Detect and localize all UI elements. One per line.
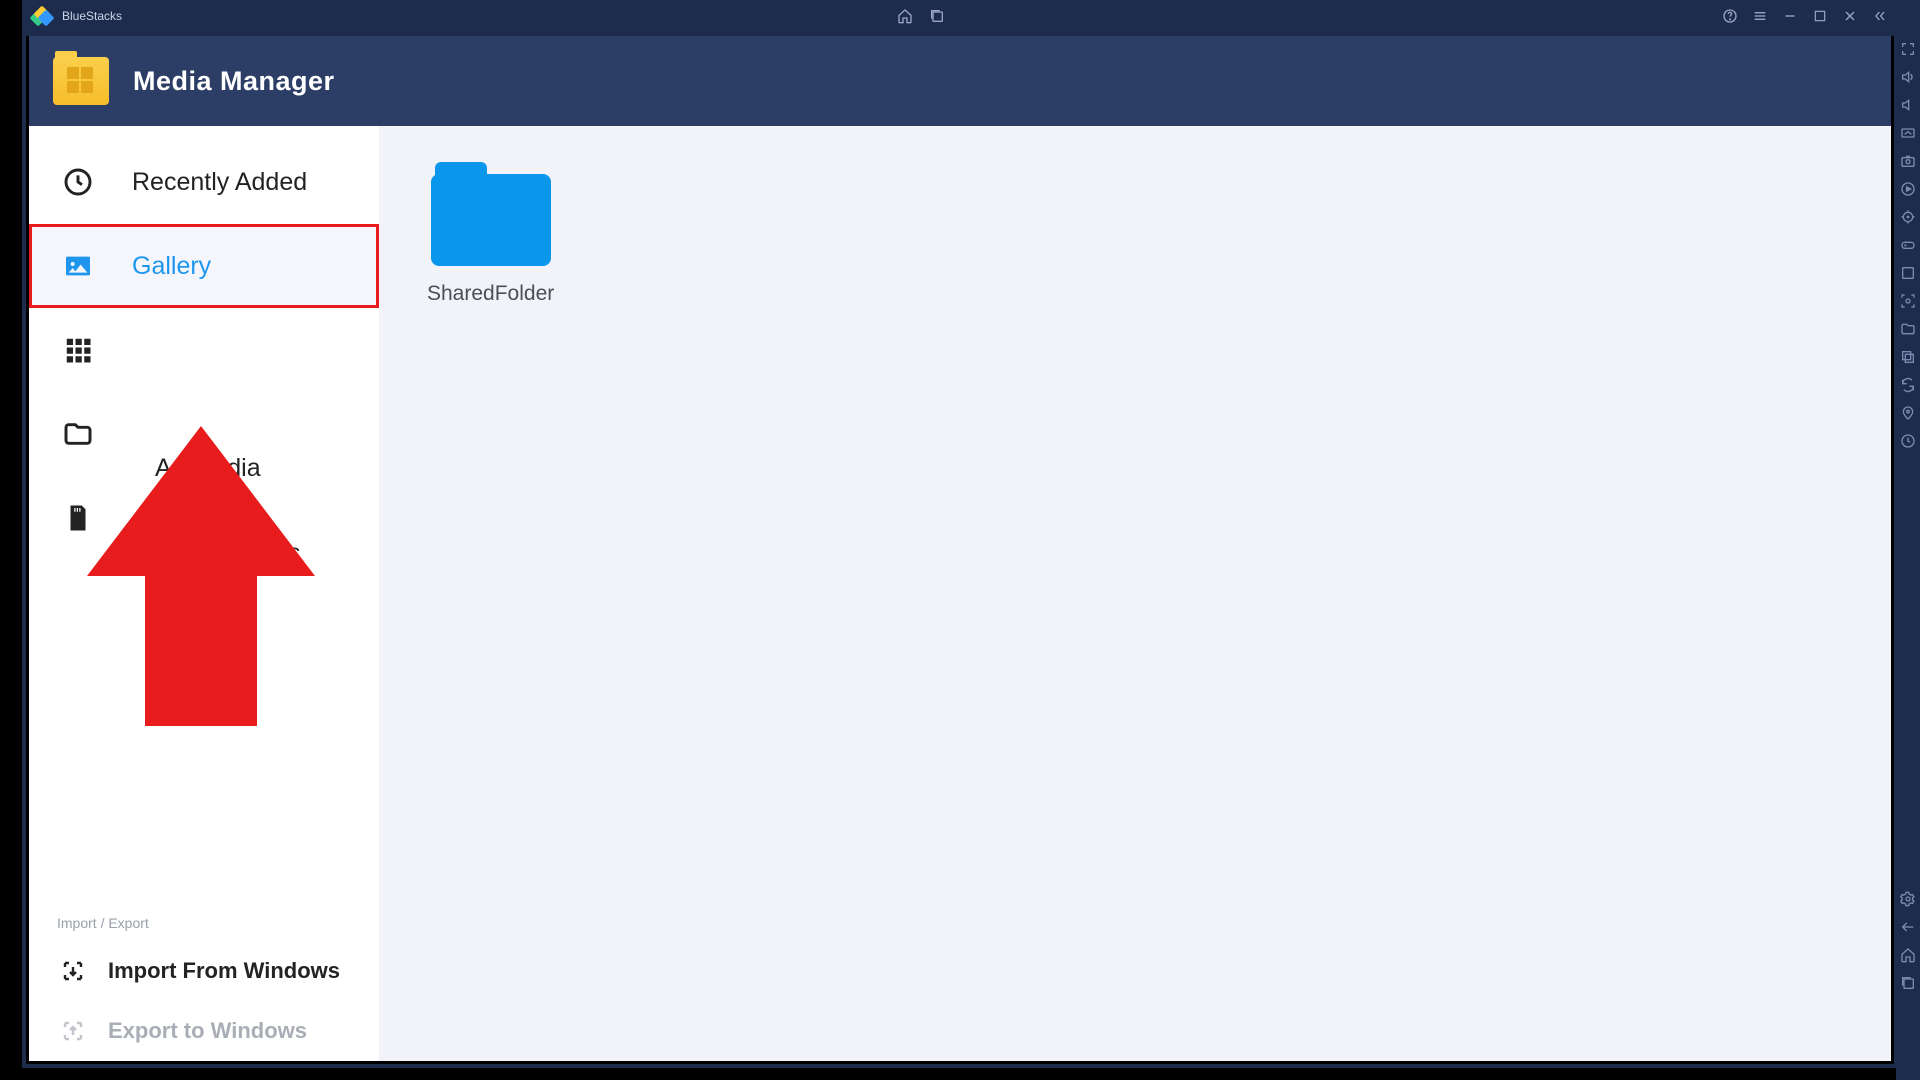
titlebar: BlueStacks [22,0,1898,32]
import-icon [60,958,86,984]
page-title: Media Manager [133,66,335,97]
folder-label: SharedFolder [427,282,554,306]
sidebar-item-label: Export to Windows [108,1018,307,1044]
export-icon [60,1018,86,1044]
rotate-icon[interactable] [1899,376,1917,394]
screenshot-icon[interactable] [1899,152,1917,170]
sidebar-item-label: Recently Added [132,168,307,197]
sidebar-item-gallery[interactable]: Gallery [29,224,379,308]
folder-side-icon[interactable] [1899,320,1917,338]
page-header: Media Manager [29,36,1891,126]
sidebar-item-app-media[interactable]: App Media [29,308,379,392]
body: Recently Added Gallery App Media [29,126,1891,1061]
gamepad-icon[interactable] [1899,236,1917,254]
sdcard-icon [60,500,96,536]
close-icon[interactable] [1840,6,1860,26]
apk-icon[interactable] [1899,264,1917,282]
camera-icon[interactable] [1899,292,1917,310]
home-icon[interactable] [895,6,915,26]
folder-icon [431,174,551,266]
collapse-icon[interactable] [1870,6,1890,26]
home-small-icon[interactable] [1899,946,1917,964]
recents-icon[interactable] [927,6,947,26]
minimize-icon[interactable] [1780,6,1800,26]
app-frame: BlueStacks [0,0,1920,1080]
keymap-icon[interactable] [1899,124,1917,142]
sidebar-item-recently-added[interactable]: Recently Added [29,140,379,224]
app-window: BlueStacks [22,0,1898,1068]
folder-outline-icon [60,416,96,452]
window-controls [1720,6,1890,26]
macro-icon[interactable] [1899,432,1917,450]
sidebar-item-label: Import From Windows [108,958,340,984]
multi-instance-icon[interactable] [1899,348,1917,366]
locate-icon[interactable] [1899,208,1917,226]
folder-item[interactable]: SharedFolder [427,174,554,306]
sidebar: Recently Added Gallery App Media [29,126,379,1061]
location-pin-icon[interactable] [1899,404,1917,422]
main-shell: Media Manager Recently Added Galle [26,36,1894,1064]
menu-icon[interactable] [1750,6,1770,26]
bluestacks-logo-icon [30,6,50,26]
volume-down-icon[interactable] [1899,96,1917,114]
back-icon[interactable] [1899,918,1917,936]
help-icon[interactable] [1720,6,1740,26]
recents-small-icon[interactable] [1899,974,1917,992]
fullscreen-icon[interactable] [1899,40,1917,58]
section-label: Import / Export [29,905,379,941]
sidebar-item-label: Gallery [132,252,211,281]
sidebar-item-import[interactable]: Import From Windows [29,941,379,1001]
content-area: SharedFolder [379,126,1891,1061]
clock-icon [60,164,96,200]
sidebar-item-files-partial: iles [263,539,301,568]
side-toolbar [1896,0,1920,1080]
sidebar-item-export[interactable]: Export to Windows [29,1001,379,1061]
settings-icon[interactable] [1899,890,1917,908]
maximize-icon[interactable] [1810,6,1830,26]
grid-icon [60,332,96,368]
sidebar-item-sdcard[interactable] [29,476,379,560]
media-manager-icon [53,57,109,105]
record-icon[interactable] [1899,180,1917,198]
volume-up-icon[interactable] [1899,68,1917,86]
image-icon [60,248,96,284]
app-name: BlueStacks [62,9,122,23]
sidebar-item-app-media-partial: A edia [155,454,261,483]
